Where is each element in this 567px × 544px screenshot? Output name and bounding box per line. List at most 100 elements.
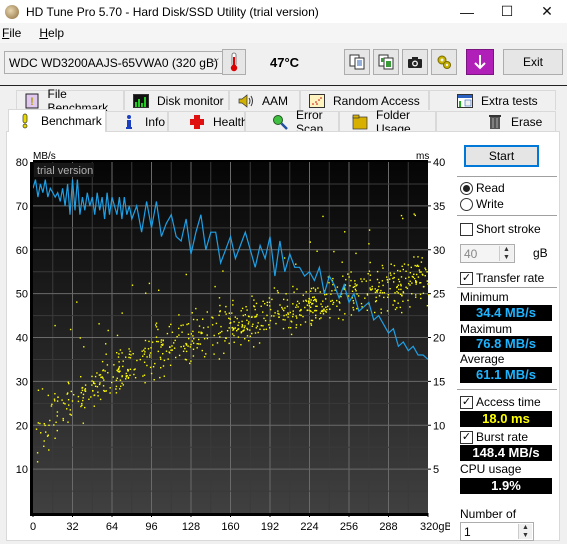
access-time-point (387, 281, 389, 283)
separator (457, 389, 557, 390)
start-button[interactable]: Start (464, 145, 539, 167)
burst-rate-checkbox[interactable]: ✓ Burst rate (460, 430, 528, 444)
short-stroke-size-input[interactable]: 40 ▲ ▼ (460, 244, 515, 263)
access-time-point (186, 323, 188, 326)
access-time-point (302, 315, 304, 318)
copy-image-icon (378, 54, 394, 70)
maximum-label: Maximum (460, 322, 513, 336)
access-time-point (284, 307, 286, 309)
access-time-point (121, 312, 123, 314)
access-time-point (394, 308, 397, 311)
access-time-point (263, 328, 265, 331)
access-time-point (309, 301, 312, 303)
tab-error-scan[interactable]: Error Scan (245, 108, 339, 136)
access-time-point (402, 217, 404, 220)
menu-help[interactable]: Help (39, 26, 64, 40)
access-time-point (312, 302, 314, 305)
menu-file[interactable]: File (2, 26, 21, 40)
access-time-point (111, 381, 113, 384)
access-time-point (109, 387, 111, 389)
access-time-point (96, 372, 98, 374)
access-time-checkbox[interactable]: ✓ Access time (460, 395, 541, 409)
benchmark-chart-svg: 0 32 64 96 128 160 192 224 256 288 320gB 10 20 30 40 50… (16, 151, 452, 533)
access-time-point (295, 326, 297, 329)
tab-disk-monitor[interactable]: Disk monitor (124, 90, 229, 110)
access-time-point (341, 261, 343, 263)
read-radio[interactable]: Read (460, 181, 505, 195)
download-arrow-icon (474, 55, 486, 70)
access-time-point (155, 324, 157, 326)
access-time-point (153, 379, 155, 381)
access-time-point (155, 322, 158, 324)
options-button[interactable] (431, 49, 457, 75)
access-time-point (190, 343, 192, 346)
access-time-point (244, 338, 246, 340)
short-stroke-checkbox[interactable]: Short stroke (460, 222, 541, 236)
tab-health[interactable]: Health (168, 111, 248, 131)
temperature-button[interactable] (222, 49, 246, 75)
access-time-point (312, 311, 314, 314)
access-time-point (274, 312, 276, 314)
access-time-point (332, 301, 335, 304)
access-time-point (82, 393, 85, 396)
transfer-rate-checkbox[interactable]: ✓ Transfer rate (460, 271, 544, 285)
tab-folder-usage[interactable]: Folder Usage (339, 108, 436, 136)
tab-file-benchmark[interactable]: ! File Benchmark (16, 87, 124, 115)
tab-info[interactable]: Info (106, 111, 168, 131)
access-time-point (393, 272, 395, 275)
access-time-point (190, 333, 192, 335)
access-time-point (284, 319, 286, 321)
access-time-point (109, 392, 111, 394)
screenshot-button[interactable] (402, 49, 428, 75)
access-time-point (319, 312, 322, 314)
access-time-point (318, 318, 321, 320)
access-time-point (220, 325, 222, 328)
access-time-point (173, 342, 175, 344)
access-time-point (102, 369, 105, 371)
exit-button[interactable]: Exit (503, 49, 563, 75)
access-time-point (47, 434, 49, 436)
access-time-point (399, 293, 402, 295)
access-time-point (298, 302, 300, 305)
copy-image-button[interactable] (373, 49, 399, 75)
access-time-point (319, 291, 321, 293)
drive-select[interactable]: WDC WD3200AAJS-65VWA0 (320 gB) ﹀ (4, 51, 228, 74)
access-time-point (288, 326, 290, 329)
y-left-tick-label: 60 (16, 245, 28, 257)
maximize-button[interactable]: ☐ (487, 0, 527, 23)
access-time-point (212, 344, 214, 346)
access-time-point (125, 356, 127, 358)
y-left-tick-label: 30 (16, 376, 28, 388)
tab-extra-tests[interactable]: Extra tests (429, 90, 556, 110)
access-time-point (168, 325, 170, 328)
menu-bar: File Help (0, 23, 567, 43)
write-radio[interactable]: Write (460, 197, 504, 211)
passes-input[interactable]: 1 ▲ ▼ (460, 522, 534, 541)
access-time-point (159, 356, 162, 359)
spinner-arrows-icon[interactable]: ▲ ▼ (518, 524, 532, 539)
x-tick-label: 288 (379, 521, 397, 533)
spinner-arrows-icon[interactable]: ▲ ▼ (499, 246, 513, 261)
access-time-point (419, 271, 421, 273)
access-time-point (350, 279, 352, 282)
access-time-point (189, 346, 192, 348)
access-time-point (255, 315, 258, 317)
access-time-point (76, 301, 78, 303)
access-time-point (405, 270, 407, 272)
access-time-point (400, 214, 403, 217)
access-time-point (202, 318, 204, 320)
tab-aam[interactable]: AAM (229, 90, 300, 110)
access-time-point (290, 327, 292, 329)
close-button[interactable]: ✕ (527, 0, 567, 23)
copy-text-button[interactable] (344, 49, 370, 75)
access-time-point (144, 351, 146, 353)
access-time-point (427, 283, 429, 285)
tab-erase[interactable]: Erase (436, 111, 556, 131)
access-time-point (157, 328, 159, 331)
y-right-tick-label: 35 (433, 201, 445, 213)
tab-benchmark[interactable]: Benchmark (8, 109, 106, 132)
save-button[interactable] (466, 49, 494, 75)
access-time-point (292, 315, 294, 318)
access-time-point (136, 359, 138, 362)
minimize-button[interactable]: — (447, 0, 487, 23)
